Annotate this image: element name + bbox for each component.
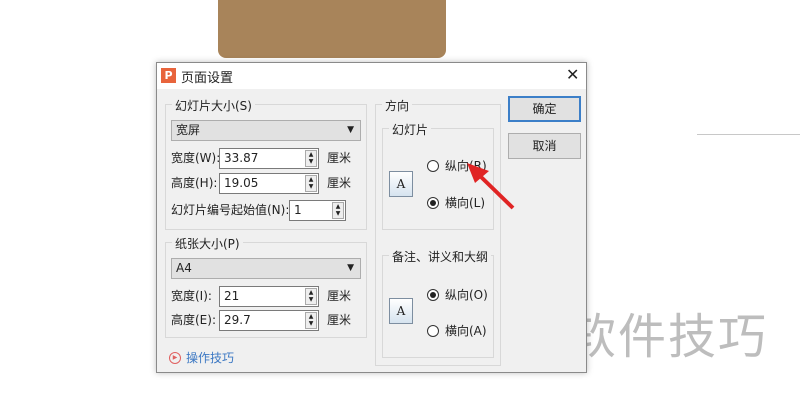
annotation-arrow bbox=[467, 163, 515, 210]
arrow-shaft bbox=[476, 172, 515, 210]
